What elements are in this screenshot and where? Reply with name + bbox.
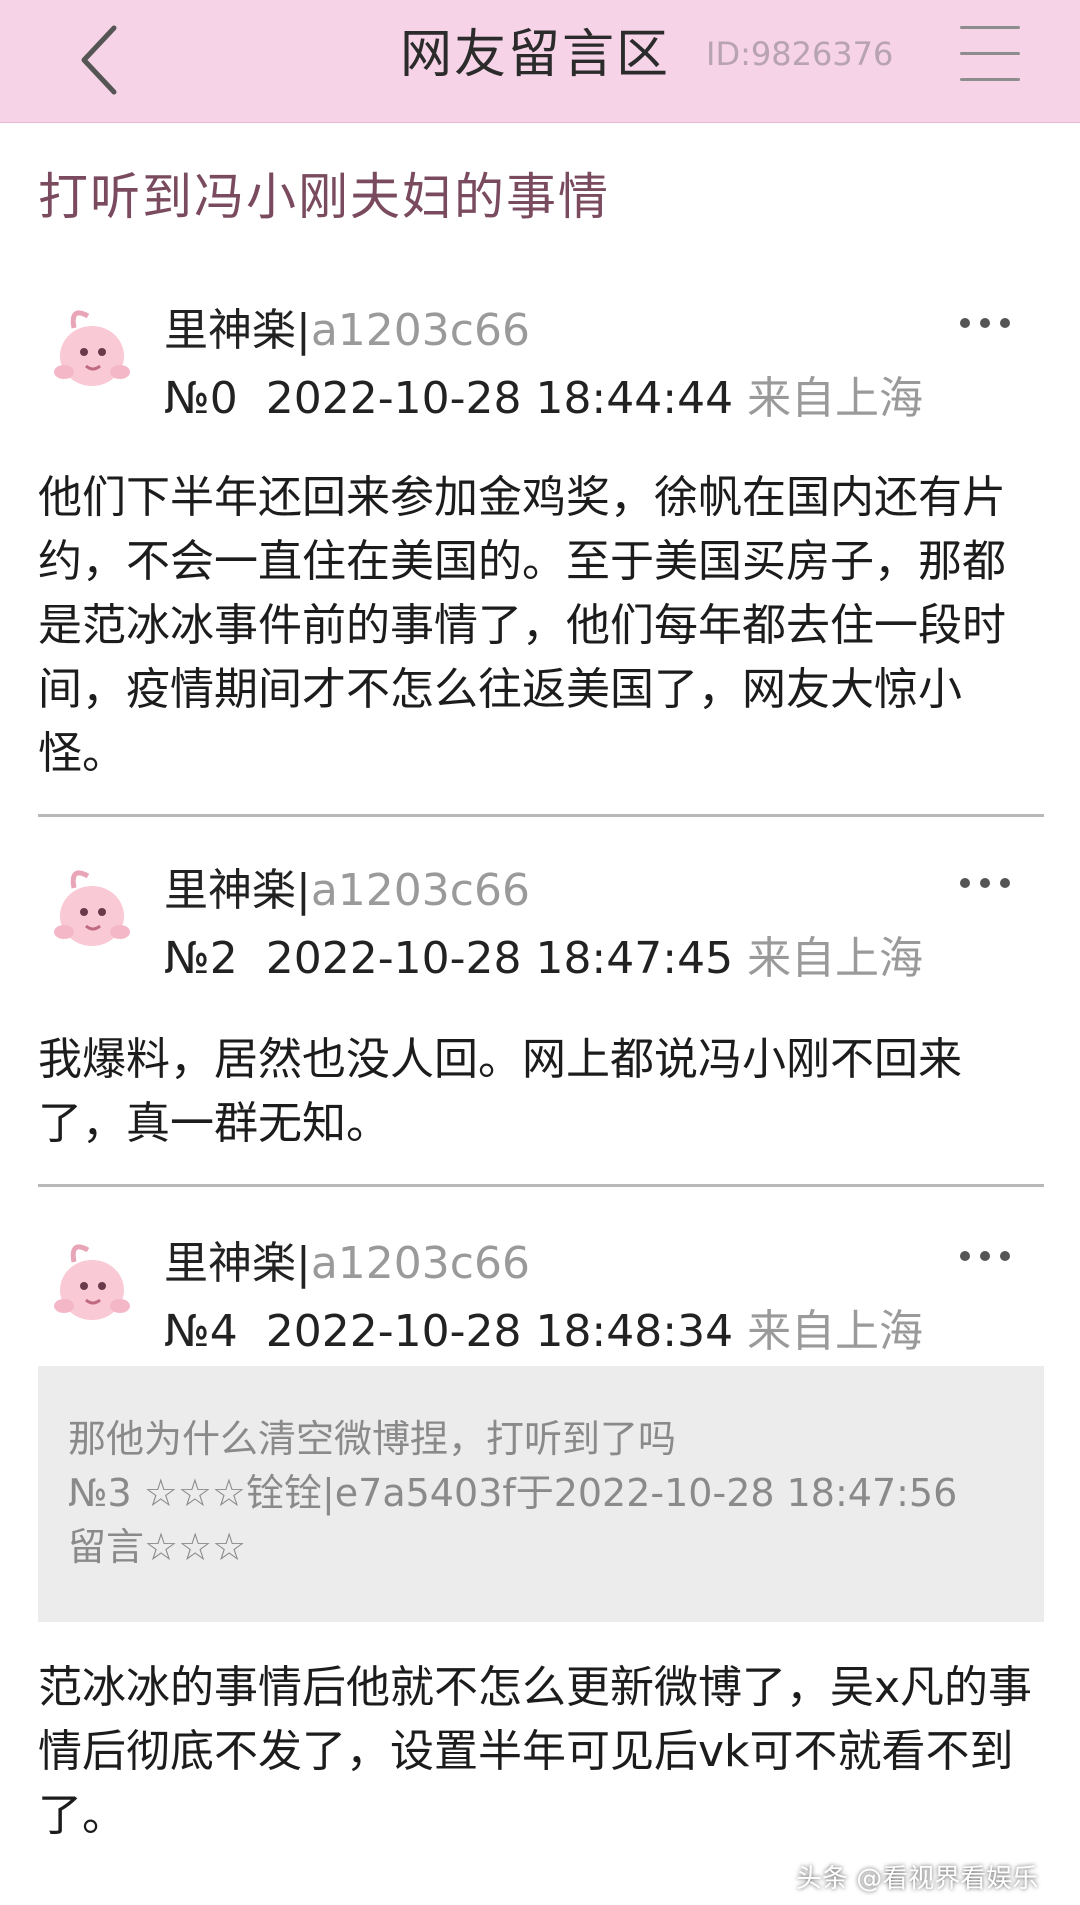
watermark: 头条 @看视界看娱乐 (796, 1864, 1039, 1894)
avatar[interactable] (44, 1232, 140, 1332)
quote-suffix: 留言☆☆☆ (68, 1525, 247, 1569)
post-meta: №2 2022-10-28 18:47:45 来自上海 (164, 931, 923, 987)
post-time: 2022-10-28 18:47:45 (265, 933, 734, 984)
thread-title: 打听到冯小刚夫妇的事情 (38, 168, 610, 226)
more-options-button[interactable] (958, 870, 1014, 894)
post-meta: №4 2022-10-28 18:48:34 来自上海 (164, 1304, 923, 1360)
post-author[interactable]: 里神楽|a1203c66 (164, 863, 530, 919)
app-header: 网友留言区 ID:9826376 (0, 0, 1080, 123)
post-author[interactable]: 里神楽|a1203c66 (164, 1236, 530, 1292)
quote-text: 那他为什么清空微博捏，打听到了吗 (68, 1417, 677, 1461)
floor-number: №2 (164, 933, 238, 984)
avatar[interactable] (44, 298, 140, 398)
author-name: 里神楽 (164, 865, 296, 916)
floor-number: №0 (164, 373, 238, 424)
post-meta: №0 2022-10-28 18:44:44 来自上海 (164, 371, 923, 427)
divider (38, 814, 1044, 817)
pink-creature-avatar-icon (54, 310, 130, 386)
post-location: 来自上海 (747, 373, 924, 424)
thread-id: ID:9826376 (706, 35, 894, 73)
pink-creature-avatar-icon (54, 1244, 130, 1320)
divider (38, 1184, 1044, 1187)
post-body: 我爆料，居然也没人回。网上都说冯小刚不回来了，真一群无知。 (38, 1034, 962, 1149)
chevron-left-icon (81, 25, 117, 95)
author-uid: a1203c66 (310, 305, 530, 356)
more-options-button[interactable] (958, 310, 1014, 334)
author-uid: a1203c66 (310, 1238, 530, 1289)
pink-creature-avatar-icon (54, 870, 130, 946)
header-title: 网友留言区 (400, 25, 671, 85)
post-location: 来自上海 (747, 933, 924, 984)
menu-button[interactable] (960, 26, 1022, 82)
author-name: 里神楽 (164, 305, 296, 356)
post-body: 范冰冰的事情后他就不怎么更新微博了，吴x凡的事情后彻底不发了，设置半年可见后vk… (38, 1662, 1033, 1841)
back-button[interactable] (70, 18, 150, 102)
post-location: 来自上海 (747, 1306, 924, 1357)
post-time: 2022-10-28 18:48:34 (265, 1306, 734, 1357)
floor-number: №4 (164, 1306, 238, 1357)
author-uid: a1203c66 (310, 865, 530, 916)
quote-source: №3 ☆☆☆铨铨|e7a5403f于2022-10-28 18:47:56 (68, 1471, 958, 1515)
avatar[interactable] (44, 858, 140, 958)
post-author[interactable]: 里神楽|a1203c66 (164, 303, 530, 359)
quoted-reply[interactable]: 那他为什么清空微博捏，打听到了吗 №3 ☆☆☆铨铨|e7a5403f于2022-… (38, 1366, 1044, 1622)
more-options-button[interactable] (958, 1243, 1014, 1267)
author-name: 里神楽 (164, 1238, 296, 1289)
post-body: 他们下半年还回来参加金鸡奖，徐帆在国内还有片约，不会一直住在美国的。至于美国买房… (38, 472, 1006, 779)
post-time: 2022-10-28 18:44:44 (265, 373, 734, 424)
